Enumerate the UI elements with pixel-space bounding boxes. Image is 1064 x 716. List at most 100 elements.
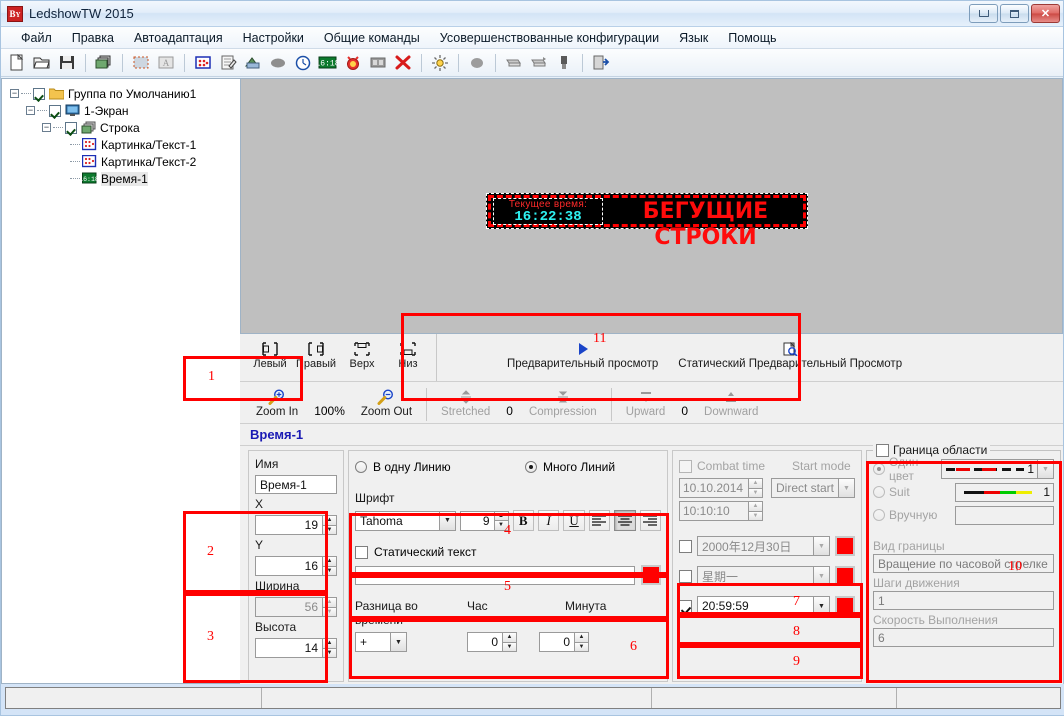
height-spin-arrows[interactable]: ▲ ▼ <box>322 638 337 658</box>
align-right-button[interactable]: Правый <box>294 338 338 370</box>
picture-text-icon[interactable] <box>192 52 214 74</box>
menu-item-language[interactable]: Язык <box>669 29 718 47</box>
spin-down-icon[interactable]: ▼ <box>748 510 763 521</box>
date-format-checkbox[interactable] <box>679 539 692 553</box>
exit-icon[interactable] <box>590 52 612 74</box>
weekday-format-checkbox[interactable] <box>679 569 692 583</box>
date-format-row[interactable]: 2000年12月30日 ▼ <box>679 536 855 556</box>
menu-item-file[interactable]: Файл <box>11 29 62 47</box>
tree-node-line[interactable]: − Строка <box>6 119 240 136</box>
align-center-button[interactable] <box>614 510 636 531</box>
y-value[interactable]: 16 <box>255 556 322 576</box>
select-area-icon[interactable] <box>130 52 152 74</box>
counter-icon[interactable] <box>367 52 389 74</box>
screen-canvas[interactable]: Текущее время: 16:22:38 БЕГУЩИЕ СТРОКИ <box>240 78 1063 334</box>
brightness-icon[interactable] <box>429 52 451 74</box>
usb-icon[interactable] <box>553 52 575 74</box>
chevron-down-icon[interactable]: ▼ <box>813 536 830 556</box>
one-color-radio[interactable] <box>873 463 885 475</box>
spin-up-icon[interactable]: ▲ <box>502 632 517 642</box>
send-screen-icon[interactable] <box>503 52 525 74</box>
hour-stepper[interactable]: 0 ▲ ▼ <box>467 632 517 652</box>
time-diff-sign-value[interactable]: + <box>355 632 390 652</box>
x-value[interactable]: 19 <box>255 515 322 535</box>
align-left-button[interactable]: Левый <box>248 338 292 370</box>
delete-x-icon[interactable] <box>392 52 414 74</box>
time-color-swatch[interactable] <box>835 596 855 616</box>
expander-icon[interactable]: − <box>42 123 51 132</box>
upward-button[interactable]: Upward <box>618 386 674 418</box>
screen-stack-icon[interactable] <box>93 52 115 74</box>
manual-radio[interactable] <box>873 509 885 521</box>
time-spin-arrows[interactable]: ▲ ▼ <box>748 501 763 521</box>
tree-node-picture-text-1[interactable]: Картинка/Текст-1 <box>6 136 240 153</box>
chevron-down-icon[interactable]: ▼ <box>813 596 830 616</box>
x-spin-arrows[interactable]: ▲ ▼ <box>322 515 337 535</box>
height-value[interactable]: 14 <box>255 638 322 658</box>
menu-item-general-commands[interactable]: Общие команды <box>314 29 430 47</box>
program-tree[interactable]: − Группа по Умолчанию1 − 1-Экран − Строк… <box>1 78 240 684</box>
tree-node-screen[interactable]: − 1-Экран <box>6 102 240 119</box>
time-diff-sign-select[interactable]: + ▼ <box>355 632 407 652</box>
speed-value[interactable]: 6 <box>873 628 1054 647</box>
font-size-value[interactable]: 9 <box>459 510 494 531</box>
spin-up-icon[interactable]: ▲ <box>322 597 337 607</box>
spin-down-icon[interactable]: ▼ <box>502 641 517 652</box>
minimize-button[interactable] <box>969 4 998 23</box>
one-color-select[interactable]: 1 ▼ <box>941 459 1054 479</box>
align-top-button[interactable]: Верх <box>340 338 384 370</box>
start-mode-select[interactable]: Direct start ▼ <box>771 478 855 498</box>
combat-time-stepper[interactable]: 10:10:10 ▲ ▼ <box>679 501 763 521</box>
spin-up-icon[interactable]: ▲ <box>748 501 763 511</box>
weekday-format-select[interactable]: 星期一 ▼ <box>697 566 830 586</box>
open-folder-icon[interactable] <box>31 52 53 74</box>
static-text-checkbox[interactable] <box>355 545 368 559</box>
circle-icon[interactable] <box>466 52 488 74</box>
notepad-icon[interactable] <box>217 52 239 74</box>
static-text-color-swatch[interactable] <box>641 565 661 585</box>
minute-spin-arrows[interactable]: ▲ ▼ <box>574 632 589 652</box>
ellipse-icon[interactable] <box>267 52 289 74</box>
chevron-down-icon[interactable]: ▼ <box>390 632 407 652</box>
zoom-out-button[interactable]: Zoom Out <box>353 386 420 418</box>
hour-spin-arrows[interactable]: ▲ ▼ <box>502 632 517 652</box>
chevron-down-icon[interactable]: ▼ <box>1037 459 1054 479</box>
compression-button[interactable]: Compression <box>521 386 605 418</box>
tree-node-group[interactable]: − Группа по Умолчанию1 <box>6 85 240 102</box>
date-spin-arrows[interactable]: ▲ ▼ <box>748 478 763 498</box>
border-enable-checkbox[interactable] <box>876 443 889 457</box>
menu-item-help[interactable]: Помощь <box>718 29 786 47</box>
menu-item-edit[interactable]: Правка <box>62 29 124 47</box>
led-preview[interactable]: Текущее время: 16:22:38 БЕГУЩИЕ СТРОКИ <box>486 193 808 250</box>
spin-up-icon[interactable]: ▲ <box>322 515 337 525</box>
bold-button[interactable]: B <box>512 510 534 531</box>
width-spin-arrows[interactable]: ▲ ▼ <box>322 597 337 617</box>
underline-button[interactable]: U <box>563 510 585 531</box>
single-line-option[interactable]: В одну Линию <box>355 458 525 476</box>
font-family-select[interactable]: Tahoma ▼ <box>355 510 456 531</box>
multi-line-radio[interactable] <box>525 461 537 473</box>
y-spin-arrows[interactable]: ▲ ▼ <box>322 556 337 576</box>
photo-icon[interactable] <box>242 52 264 74</box>
date-format-select[interactable]: 2000年12月30日 ▼ <box>697 536 830 556</box>
multi-line-option[interactable]: Много Линий <box>525 458 615 476</box>
preview-button[interactable]: Предварительный просмотр <box>497 338 668 370</box>
border-type-value[interactable]: Вращение по часовой стрелке <box>873 554 1054 573</box>
combat-date-stepper[interactable]: 10.10.2014 ▲ ▼ <box>679 478 763 498</box>
downward-button[interactable]: Downward <box>696 386 766 418</box>
close-button[interactable]: ✕ <box>1031 4 1060 23</box>
name-input[interactable]: Время-1 <box>255 475 337 494</box>
hour-value[interactable]: 0 <box>467 632 502 652</box>
width-stepper[interactable]: 56 ▲ ▼ <box>255 597 337 617</box>
align-bottom-button[interactable]: Низ <box>386 338 430 370</box>
combat-time-checkbox[interactable] <box>679 459 692 473</box>
spin-down-icon[interactable]: ▼ <box>748 487 763 498</box>
tree-node-time-1[interactable]: 16:18 Время-1 <box>6 170 240 187</box>
chevron-down-icon[interactable]: ▼ <box>813 566 830 586</box>
spin-down-icon[interactable]: ▼ <box>322 647 337 658</box>
suit-radio[interactable] <box>873 486 885 498</box>
tree-checkbox[interactable] <box>49 104 61 117</box>
y-stepper[interactable]: 16 ▲ ▼ <box>255 556 337 576</box>
x-stepper[interactable]: 19 ▲ ▼ <box>255 515 337 535</box>
align-right-button[interactable] <box>639 510 662 531</box>
